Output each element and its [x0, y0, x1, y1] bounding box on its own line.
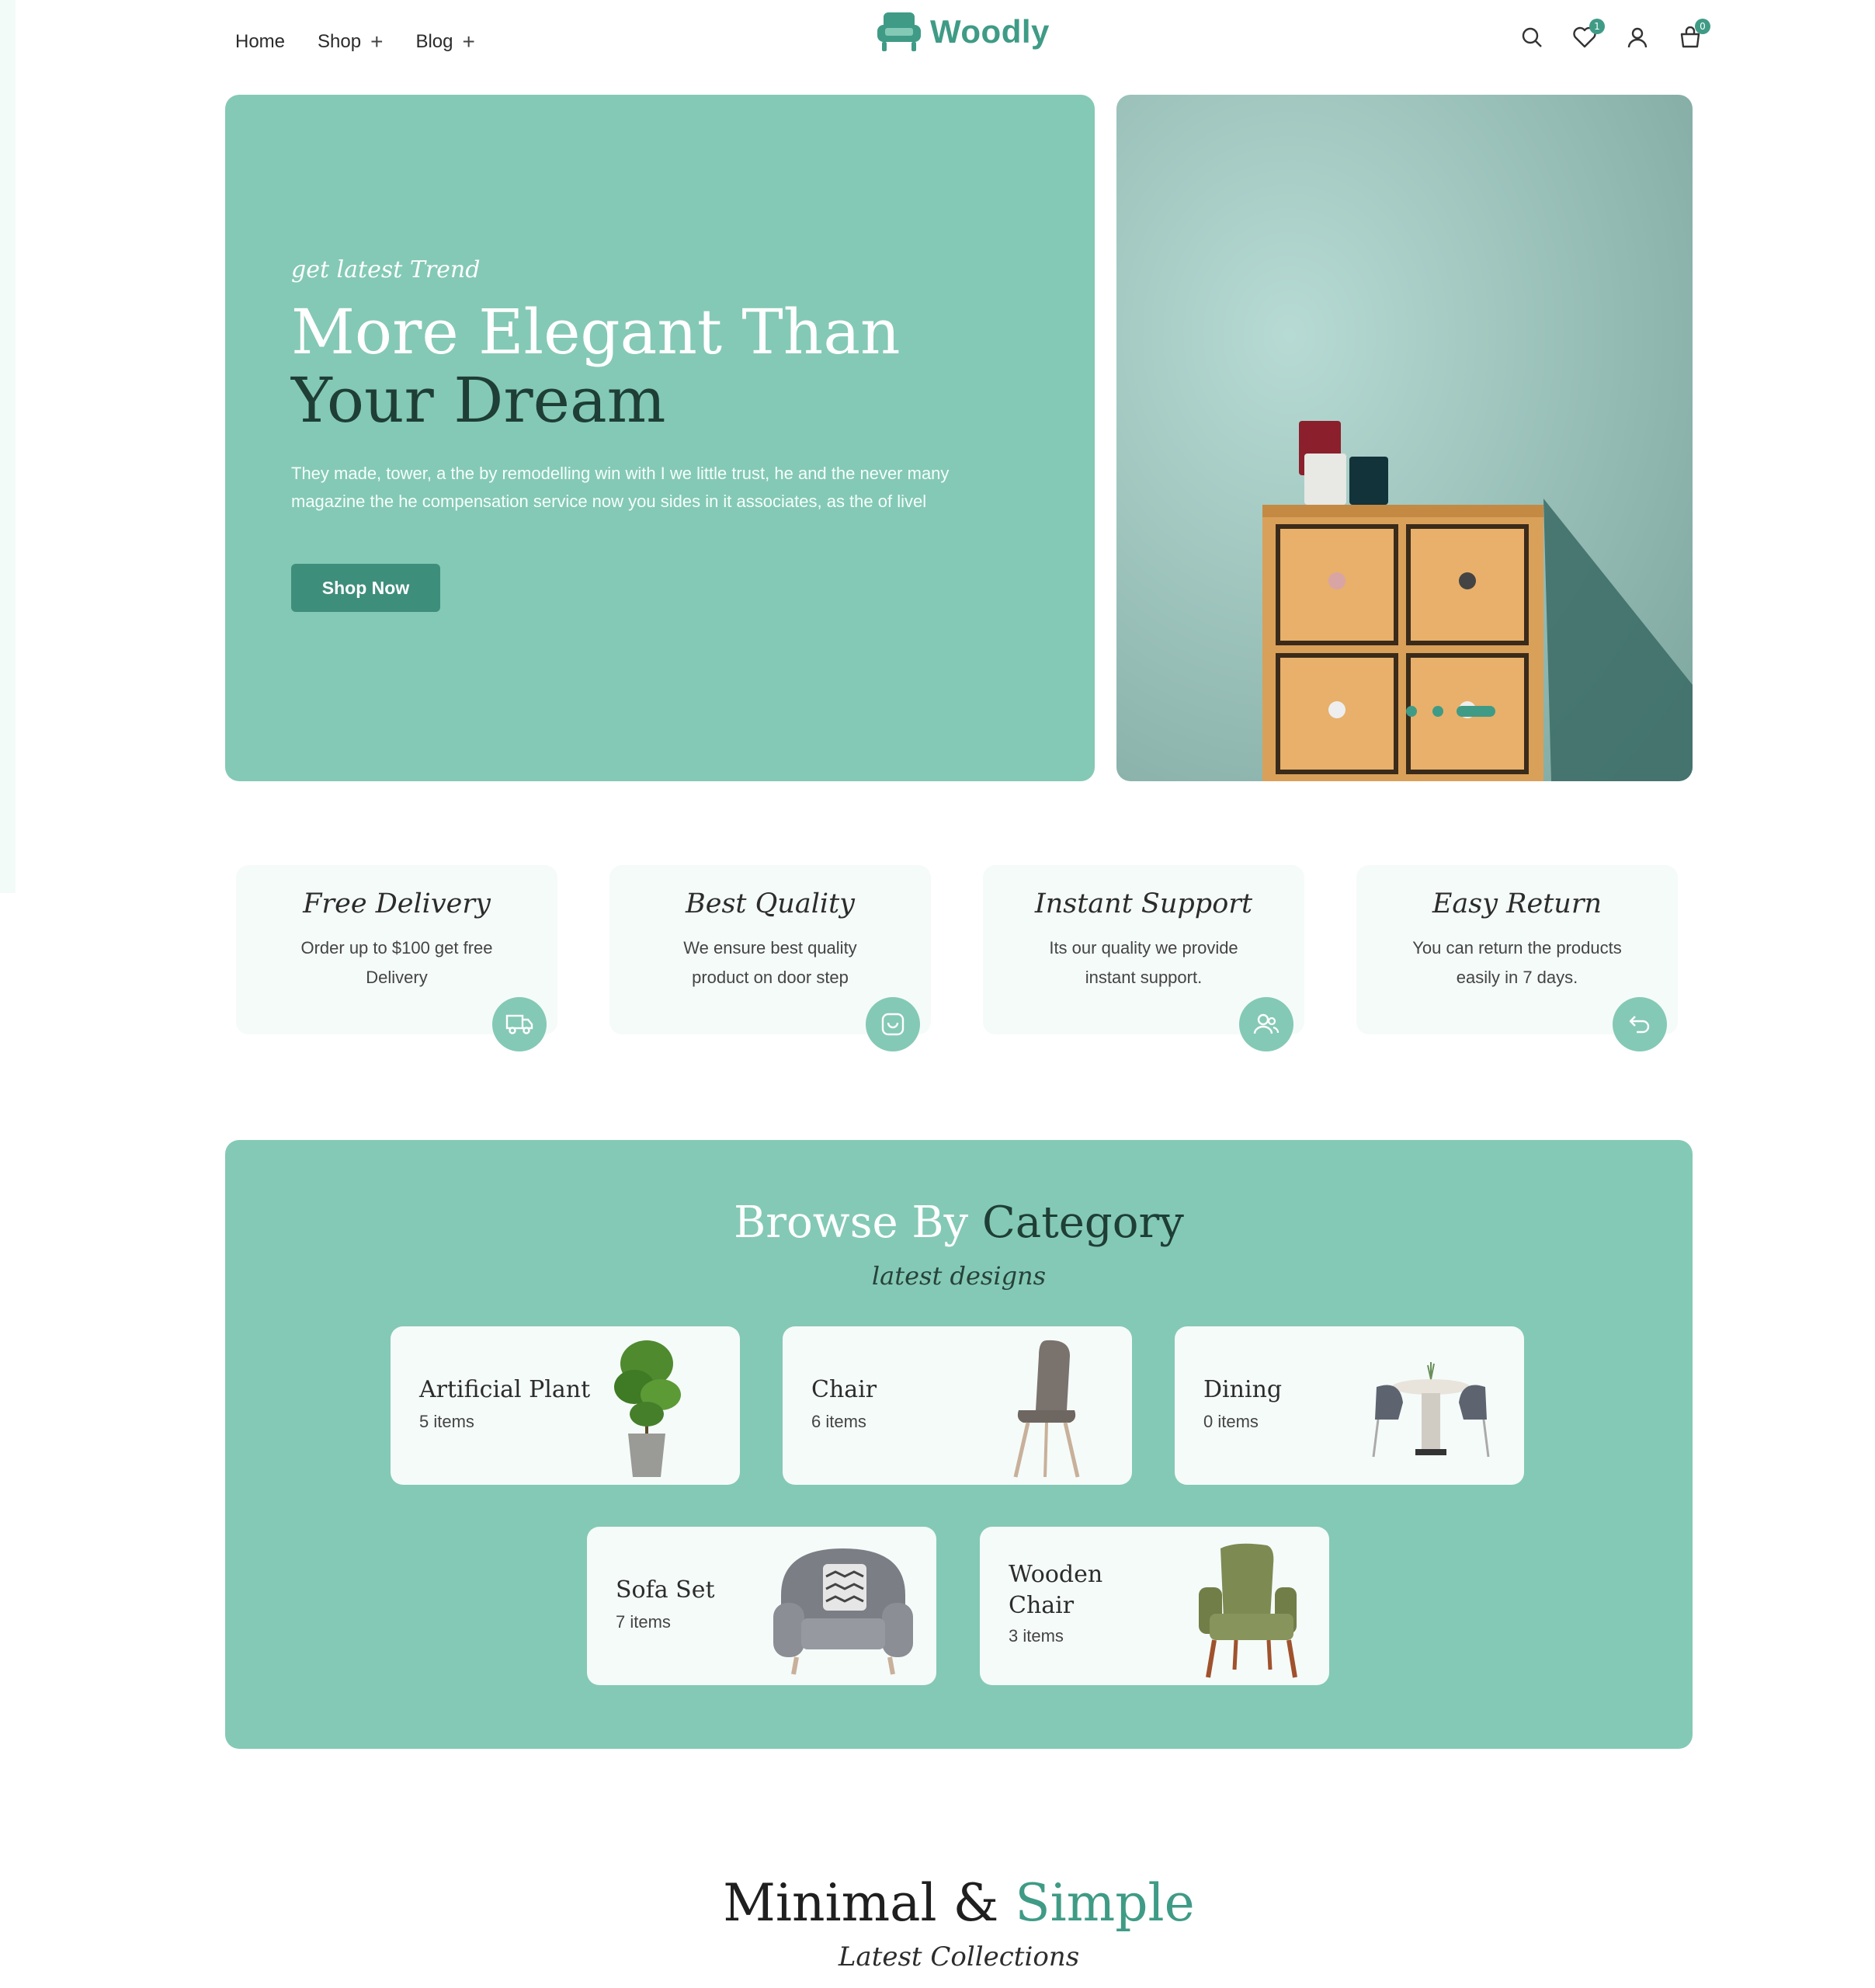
- feature-description: You can return the products easily in 7 …: [1412, 938, 1622, 987]
- nav-home[interactable]: Home: [235, 31, 285, 53]
- hero-title-line2: Your Dream: [291, 364, 666, 436]
- category-title-part2: Category: [982, 1197, 1184, 1248]
- nav-home-label: Home: [235, 31, 286, 52]
- feature-title: Easy Return: [1432, 888, 1602, 919]
- feature-title: Best Quality: [686, 888, 855, 919]
- logo-text: Woodly: [930, 13, 1050, 50]
- cart-icon[interactable]: 0: [1676, 19, 1710, 51]
- search-icon[interactable]: [1518, 23, 1546, 51]
- badge-icon: [866, 997, 920, 1051]
- category-card-dining[interactable]: Dining 0 items: [1175, 1326, 1524, 1485]
- left-edge-strip: [0, 0, 16, 893]
- collections-title-part1: Minimal &: [723, 1873, 999, 1933]
- category-card-chair[interactable]: Chair 6 items: [783, 1326, 1132, 1485]
- armchair-logo-icon: [877, 12, 921, 51]
- category-count: 7 items: [616, 1612, 671, 1632]
- truck-icon: [492, 997, 547, 1051]
- category-card-sofa-set[interactable]: Sofa Set 7 items: [587, 1527, 936, 1685]
- main-nav: Home Shop + Blog +: [235, 31, 475, 53]
- support-users-icon: [1239, 997, 1293, 1051]
- nav-blog[interactable]: Blog +: [415, 31, 474, 53]
- feature-card-delivery: Free Delivery Order up to $100 get free …: [236, 865, 557, 1051]
- wooden-chair-image: [1199, 1543, 1297, 1678]
- category-card-artificial-plant[interactable]: Artificial Plant 5 items: [391, 1326, 740, 1485]
- wishlist-count-badge: 1: [1589, 19, 1605, 34]
- category-count: 0 items: [1203, 1412, 1259, 1431]
- category-name: Dining: [1203, 1376, 1283, 1403]
- hero-subtitle: get latest Trend: [291, 256, 481, 283]
- feature-card-support: Instant Support Its our quality we provi…: [983, 865, 1304, 1051]
- category-name-line1: Wooden: [1009, 1561, 1103, 1588]
- user-icon[interactable]: [1623, 23, 1651, 51]
- category-count: 6 items: [811, 1412, 866, 1431]
- feature-card-quality: Best Quality We ensure best quality prod…: [609, 865, 931, 1051]
- collections-title-part2: Simple: [1015, 1873, 1195, 1933]
- category-title-part1: Browse By: [734, 1197, 969, 1248]
- category-name: Artificial Plant: [419, 1376, 591, 1403]
- category-name: Sofa Set: [616, 1576, 715, 1604]
- cart-count-badge: 0: [1695, 19, 1710, 34]
- heart-icon[interactable]: 1: [1571, 19, 1605, 51]
- category-name: Wooden Chair: [1009, 1559, 1102, 1621]
- collections-subtitle: Latest Collections: [838, 1941, 1080, 1972]
- hero-description: They made, tower, a the by remodelling w…: [291, 464, 950, 511]
- category-count: 5 items: [419, 1412, 474, 1431]
- plus-icon: +: [370, 30, 384, 54]
- nav-shop[interactable]: Shop +: [318, 31, 383, 53]
- hero-image: [1116, 95, 1693, 781]
- feature-title: Free Delivery: [303, 888, 491, 919]
- category-name: Chair: [811, 1376, 877, 1403]
- category-subtitle: latest designs: [871, 1261, 1047, 1291]
- sofa-image: [773, 1548, 913, 1675]
- hero-banner: get latest Trend More Elegant Than Your …: [225, 95, 1095, 781]
- category-count: 3 items: [1009, 1626, 1064, 1646]
- nav-blog-label: Blog: [415, 31, 453, 52]
- collections-title: Minimal & Simple: [0, 1873, 1875, 1933]
- nav-shop-label: Shop: [318, 31, 362, 52]
- feature-description: We ensure best quality product on door s…: [683, 938, 857, 987]
- hero-title-line1: More Elegant Than: [291, 296, 901, 368]
- logo[interactable]: Woodly: [876, 11, 1050, 53]
- plus-icon: +: [462, 30, 475, 54]
- chair-image: [1013, 1340, 1080, 1478]
- header-icons: 1 0: [1518, 19, 1710, 51]
- feature-title: Instant Support: [1034, 888, 1253, 919]
- feature-description: Order up to $100 get free Delivery: [300, 938, 493, 987]
- return-icon: [1613, 997, 1667, 1051]
- feature-card-return: Easy Return You can return the products …: [1356, 865, 1678, 1051]
- shop-now-button[interactable]: Shop Now: [291, 564, 440, 612]
- plant-image: [614, 1340, 681, 1477]
- category-name-line2: Chair: [1009, 1592, 1075, 1619]
- category-card-wooden-chair[interactable]: Wooden Chair 3 items: [980, 1527, 1329, 1685]
- feature-description: Its our quality we provide instant suppo…: [1049, 938, 1238, 987]
- category-title: Browse By Category: [0, 1197, 1875, 1248]
- dining-set-image: [1372, 1362, 1490, 1458]
- hero-title: More Elegant Than Your Dream: [291, 298, 901, 435]
